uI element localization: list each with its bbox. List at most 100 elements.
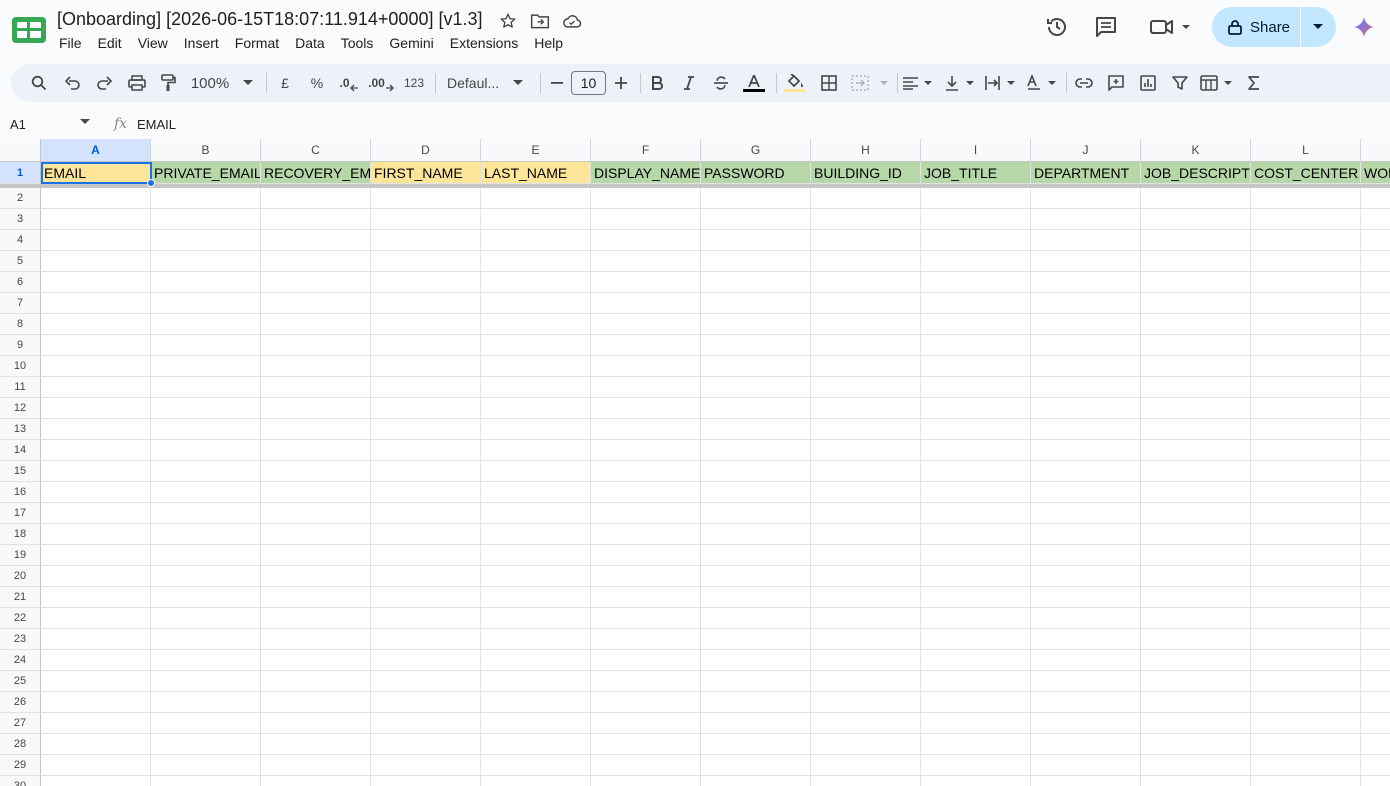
cell-a9[interactable]: [41, 335, 151, 356]
cell-g5[interactable]: [701, 251, 811, 272]
row-header-10[interactable]: 10: [0, 356, 41, 377]
cell-a1[interactable]: EMAIL: [41, 162, 151, 184]
cell-c25[interactable]: [261, 671, 371, 692]
cell-m3[interactable]: [1361, 209, 1390, 230]
cell-m18[interactable]: [1361, 524, 1390, 545]
cell-j28[interactable]: [1031, 734, 1141, 755]
menu-tools[interactable]: Tools: [333, 33, 382, 53]
cell-c27[interactable]: [261, 713, 371, 734]
cell-m7[interactable]: [1361, 293, 1390, 314]
cell-d10[interactable]: [371, 356, 481, 377]
cell-f22[interactable]: [591, 608, 701, 629]
cell-g27[interactable]: [701, 713, 811, 734]
cell-a22[interactable]: [41, 608, 151, 629]
cell-g18[interactable]: [701, 524, 811, 545]
cell-l17[interactable]: [1251, 503, 1361, 524]
cell-e25[interactable]: [481, 671, 591, 692]
cell-f11[interactable]: [591, 377, 701, 398]
cell-k18[interactable]: [1141, 524, 1251, 545]
cell-m1[interactable]: WORK: [1361, 162, 1390, 184]
cell-d1[interactable]: FIRST_NAME: [371, 162, 481, 184]
text-color-icon[interactable]: [742, 69, 766, 97]
cell-f24[interactable]: [591, 650, 701, 671]
cell-f13[interactable]: [591, 419, 701, 440]
cell-c30[interactable]: [261, 776, 371, 786]
cell-m19[interactable]: [1361, 545, 1390, 566]
cell-b20[interactable]: [151, 566, 261, 587]
cell-d23[interactable]: [371, 629, 481, 650]
cell-a6[interactable]: [41, 272, 151, 293]
cell-c20[interactable]: [261, 566, 371, 587]
cell-k12[interactable]: [1141, 398, 1251, 419]
cell-b13[interactable]: [151, 419, 261, 440]
cell-h30[interactable]: [811, 776, 921, 786]
cell-f17[interactable]: [591, 503, 701, 524]
gemini-icon[interactable]: [1352, 12, 1376, 42]
row-header-27[interactable]: 27: [0, 713, 41, 734]
cell-b4[interactable]: [151, 230, 261, 251]
cell-g24[interactable]: [701, 650, 811, 671]
cell-m5[interactable]: [1361, 251, 1390, 272]
cell-g14[interactable]: [701, 440, 811, 461]
cell-l20[interactable]: [1251, 566, 1361, 587]
cell-j7[interactable]: [1031, 293, 1141, 314]
cell-k2[interactable]: [1141, 188, 1251, 209]
cell-b6[interactable]: [151, 272, 261, 293]
cell-a4[interactable]: [41, 230, 151, 251]
cell-j9[interactable]: [1031, 335, 1141, 356]
cell-m25[interactable]: [1361, 671, 1390, 692]
cell-c2[interactable]: [261, 188, 371, 209]
cell-h13[interactable]: [811, 419, 921, 440]
cell-b9[interactable]: [151, 335, 261, 356]
cell-b7[interactable]: [151, 293, 261, 314]
cell-k9[interactable]: [1141, 335, 1251, 356]
cell-l6[interactable]: [1251, 272, 1361, 293]
row-header-15[interactable]: 15: [0, 461, 41, 482]
column-header-c[interactable]: C: [261, 139, 371, 162]
cell-h18[interactable]: [811, 524, 921, 545]
cell-k24[interactable]: [1141, 650, 1251, 671]
cell-b18[interactable]: [151, 524, 261, 545]
cell-l13[interactable]: [1251, 419, 1361, 440]
column-header-l[interactable]: L: [1251, 139, 1361, 162]
cell-a14[interactable]: [41, 440, 151, 461]
cell-c23[interactable]: [261, 629, 371, 650]
cell-e13[interactable]: [481, 419, 591, 440]
version-history-icon[interactable]: [1043, 12, 1071, 42]
cell-l8[interactable]: [1251, 314, 1361, 335]
cell-i4[interactable]: [921, 230, 1031, 251]
cell-m24[interactable]: [1361, 650, 1390, 671]
cell-i12[interactable]: [921, 398, 1031, 419]
cell-l21[interactable]: [1251, 587, 1361, 608]
decrease-font-size-icon[interactable]: [546, 69, 568, 97]
cell-j1[interactable]: DEPARTMENT: [1031, 162, 1141, 184]
column-header-i[interactable]: I: [921, 139, 1031, 162]
cell-f9[interactable]: [591, 335, 701, 356]
cell-k25[interactable]: [1141, 671, 1251, 692]
cell-h6[interactable]: [811, 272, 921, 293]
cell-j11[interactable]: [1031, 377, 1141, 398]
cell-h17[interactable]: [811, 503, 921, 524]
paint-format-icon[interactable]: [156, 69, 180, 97]
cell-i10[interactable]: [921, 356, 1031, 377]
cell-c18[interactable]: [261, 524, 371, 545]
filter-views-icon[interactable]: [1199, 69, 1235, 97]
cell-b21[interactable]: [151, 587, 261, 608]
cell-f30[interactable]: [591, 776, 701, 786]
cell-e23[interactable]: [481, 629, 591, 650]
cell-e1[interactable]: LAST_NAME: [481, 162, 591, 184]
cell-e15[interactable]: [481, 461, 591, 482]
cell-j14[interactable]: [1031, 440, 1141, 461]
cell-k4[interactable]: [1141, 230, 1251, 251]
borders-icon[interactable]: [817, 69, 841, 97]
cell-e3[interactable]: [481, 209, 591, 230]
cell-h10[interactable]: [811, 356, 921, 377]
cell-b25[interactable]: [151, 671, 261, 692]
cell-l23[interactable]: [1251, 629, 1361, 650]
cell-g20[interactable]: [701, 566, 811, 587]
cell-d22[interactable]: [371, 608, 481, 629]
row-header-13[interactable]: 13: [0, 419, 41, 440]
text-wrapping-icon[interactable]: [984, 69, 1018, 97]
cell-m17[interactable]: [1361, 503, 1390, 524]
cell-h4[interactable]: [811, 230, 921, 251]
